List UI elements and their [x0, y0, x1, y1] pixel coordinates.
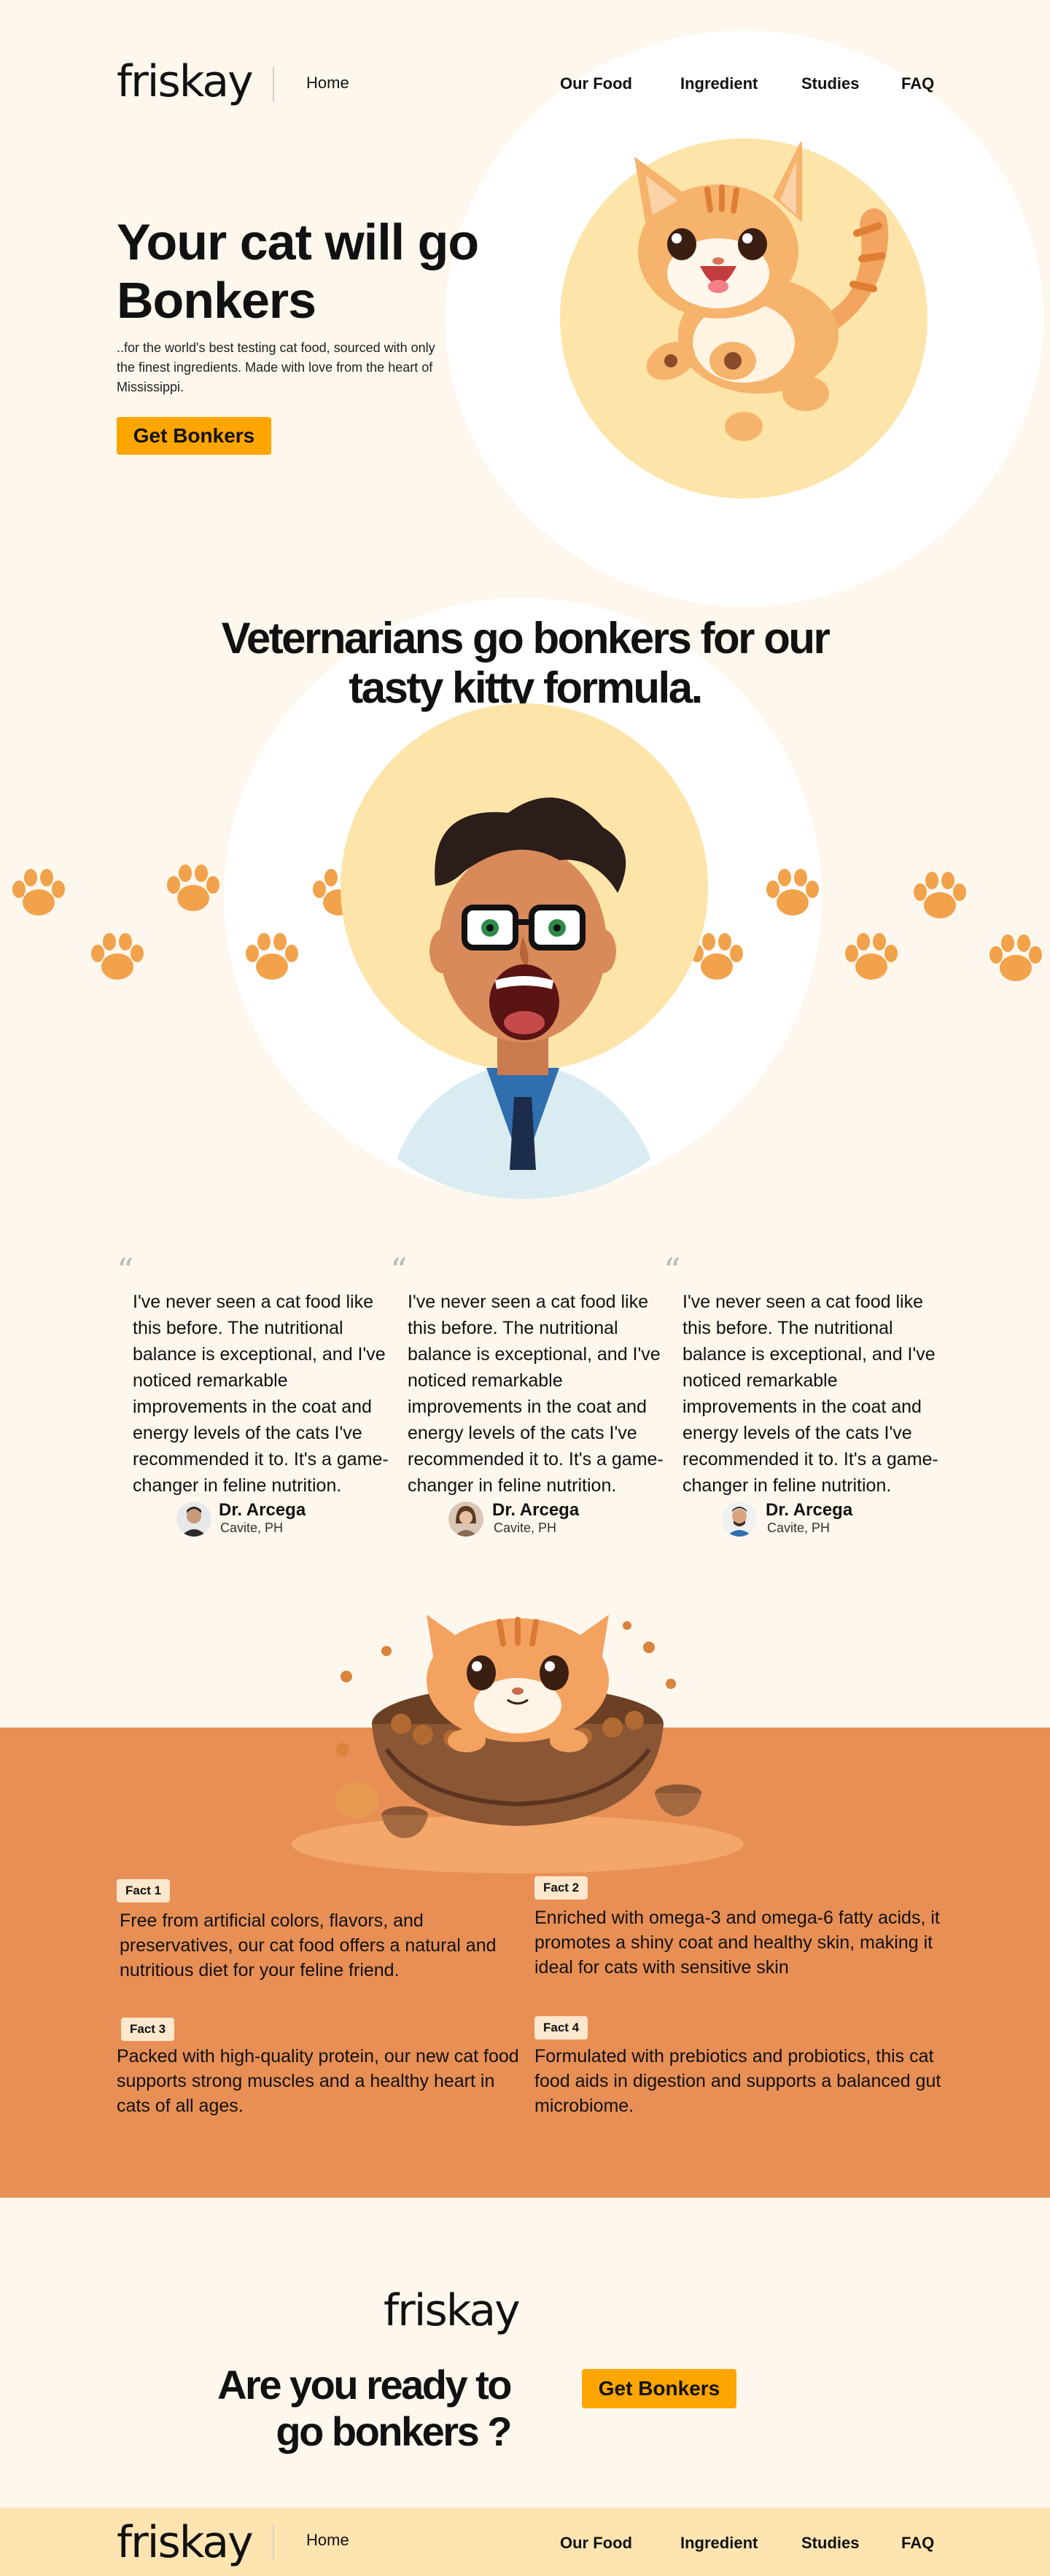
footer-nav-studies-link[interactable]: Studies [801, 2534, 859, 2553]
paw-icon [914, 872, 966, 918]
vets-title-line1: Veternarians go bonkers for our [221, 614, 831, 663]
paw-icon [167, 864, 219, 911]
doctor-name: Dr. Arcega [492, 1500, 580, 1520]
logo[interactable]: friskay [117, 60, 254, 104]
hero-subtitle: ..for the world's best testing cat food,… [117, 340, 435, 394]
fact-badge: Fact 4 [534, 2016, 588, 2040]
fact-badge: Fact 2 [534, 1876, 588, 1900]
fact-text: Free from artificial colors, flavors, an… [120, 1910, 497, 1980]
fact-card: Fact 1 Free from artificial colors, flav… [117, 1879, 510, 1983]
doctor-location: Cavite, PH [494, 1521, 557, 1535]
cta-title-line1: Are you ready to [217, 2362, 512, 2408]
fact-text: Formulated with prebiotics and probiotic… [534, 2046, 941, 2116]
avatar [176, 1502, 211, 1537]
footer-nav-faq-link[interactable]: FAQ [901, 2534, 934, 2553]
hero-title-line1: Your cat will go [117, 214, 479, 270]
doctor-name: Dr. Arcega [219, 1500, 306, 1520]
footer-nav: Our Food Ingredient Studies FAQ [560, 2534, 939, 2556]
footer-nav-ingredient-link[interactable]: Ingredient [680, 2534, 758, 2553]
avatar [722, 1502, 757, 1537]
testimonial-quote: I've never seen a cat food like this bef… [408, 1292, 664, 1496]
hero-title: Your cat will go Bonkers [117, 213, 525, 329]
avatar [448, 1502, 483, 1537]
doctor-name: Dr. Arcega [766, 1500, 853, 1520]
cta-title-line2: go bonkers ? [276, 2408, 512, 2454]
nav-our-food-link[interactable]: Our Food [560, 74, 632, 93]
cta-get-bonkers-button[interactable]: Get Bonkers [582, 2369, 736, 2408]
fact-text: Enriched with omega-3 and omega-6 fatty … [534, 1908, 940, 1978]
nav-studies-link[interactable]: Studies [801, 74, 859, 93]
doctor-location: Cavite, PH [220, 1521, 284, 1535]
testimonial-card: “ I've never seen a cat food like this b… [390, 1251, 664, 1545]
footer-nav-divider [273, 2525, 274, 2560]
nav-home-link[interactable]: Home [306, 74, 349, 93]
quote-icon: “ [664, 1251, 681, 1290]
fact-card: Fact 3 Packed with high-quality protein,… [117, 2018, 525, 2118]
cat-in-bowl-illustration [292, 1615, 744, 1873]
paw-icon [989, 934, 1042, 981]
site-footer: friskay Home Our Food Ingredient Studies… [0, 2507, 1050, 2576]
nav-divider [273, 67, 274, 102]
paw-icon [91, 933, 144, 980]
quote-icon: “ [390, 1251, 408, 1290]
fact-card: Fact 4 Formulated with prebiotics and pr… [534, 2016, 943, 2118]
fact-badge: Fact 3 [121, 2018, 175, 2041]
nav-ingredient-link[interactable]: Ingredient [680, 74, 758, 93]
doctor-location: Cavite, PH [767, 1521, 831, 1535]
hero-title-line2: Bonkers [117, 272, 316, 329]
footer-logo[interactable]: friskay [117, 2521, 254, 2564]
fact-text: Packed with high-quality protein, our ne… [117, 2046, 519, 2116]
testimonial-card: “ I've never seen a cat food like this b… [117, 1251, 389, 1545]
footer-nav-home-link[interactable]: Home [306, 2531, 349, 2550]
footer-nav-our-food-link[interactable]: Our Food [560, 2534, 632, 2553]
testimonial-quote: I've never seen a cat food like this bef… [682, 1292, 938, 1496]
quote-icon: “ [117, 1251, 134, 1290]
shocked-vet-illustration [384, 797, 665, 1199]
paw-icon [246, 933, 298, 980]
nav-faq-link[interactable]: FAQ [901, 74, 934, 93]
jumping-kitten-illustration [634, 142, 889, 441]
vets-title: Veternarians go bonkers for our tasty ki… [160, 614, 890, 713]
hero-get-bonkers-button[interactable]: Get Bonkers [117, 417, 271, 455]
paw-icon [766, 869, 819, 916]
main-nav: Our Food Ingredient Studies FAQ [560, 74, 939, 96]
vet-portrait [341, 703, 708, 1199]
cta-logo: friskay [384, 2285, 521, 2336]
fact-card: Fact 2 Enriched with omega-3 and omega-6… [534, 1876, 943, 1980]
fact-badge: Fact 1 [117, 1879, 171, 1902]
testimonial-quote: I've never seen a cat food like this bef… [133, 1292, 389, 1496]
paw-icon [12, 869, 65, 916]
paw-icon [845, 933, 898, 980]
cta-title: Are you ready to go bonkers ? [190, 2362, 512, 2455]
testimonial-card: “ I've never seen a cat food like this b… [664, 1251, 938, 1545]
